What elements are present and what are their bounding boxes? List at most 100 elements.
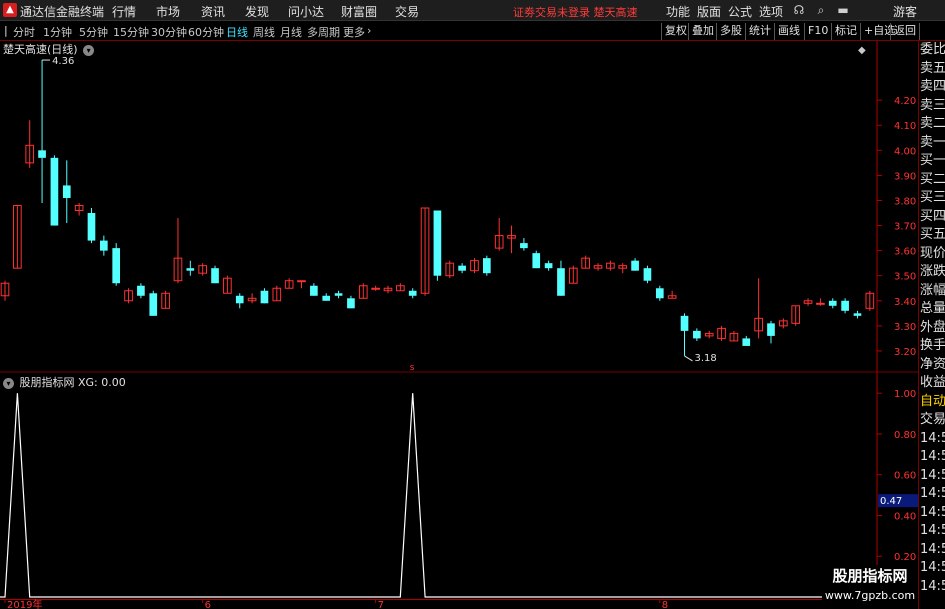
menu-item-formula[interactable]: 公式 bbox=[728, 3, 752, 20]
candle-down bbox=[643, 268, 652, 281]
period-tab-15min[interactable]: 15分钟 bbox=[113, 24, 149, 40]
sidebar-toggle-icon[interactable]: | bbox=[4, 24, 8, 37]
panel-label: 净资 bbox=[920, 356, 945, 372]
candle-down bbox=[853, 313, 862, 316]
candle-down bbox=[112, 248, 121, 284]
x-tick-label: 8 bbox=[662, 600, 668, 609]
y-tick-label: 4.20 bbox=[894, 96, 916, 107]
period-tab-timeshare[interactable]: 分时 bbox=[13, 24, 35, 40]
app-logo-icon: ▲ bbox=[3, 3, 17, 17]
search-icon[interactable]: ⌕ bbox=[813, 2, 829, 18]
candle-down bbox=[828, 300, 837, 306]
period-toolbar: | 分时 1分钟 5分钟 15分钟 30分钟 60分钟 日线 周线 月线 多周期… bbox=[0, 22, 945, 41]
period-tab-30min[interactable]: 30分钟 bbox=[151, 24, 187, 40]
panel-label: 现价 bbox=[920, 245, 945, 261]
panel-label[interactable]: 自动 bbox=[919, 393, 945, 412]
chevron-down-icon[interactable]: ▾ bbox=[83, 45, 95, 56]
period-tab-weekly[interactable]: 周线 bbox=[253, 24, 275, 40]
candle-down bbox=[334, 293, 343, 296]
ind-y-tick-label: 0.60 bbox=[894, 471, 916, 482]
ind-y-tick-label: 1.00 bbox=[894, 389, 916, 400]
menu-item-options[interactable]: 选项 bbox=[759, 3, 783, 20]
watermark-title: 股朋指标网 bbox=[832, 567, 908, 585]
indicator-chevron-icon[interactable]: ▾ bbox=[3, 378, 14, 389]
candle-down bbox=[557, 268, 565, 296]
panel-label: 换手 bbox=[920, 338, 945, 353]
chart-title: 楚天高速(日线) ▾ bbox=[3, 41, 95, 57]
current-value-label: 0.47 bbox=[880, 496, 902, 507]
period-tab-5min[interactable]: 5分钟 bbox=[79, 24, 108, 40]
candle-down bbox=[347, 298, 355, 309]
draw-button[interactable]: 画线 bbox=[774, 23, 803, 40]
candle-down bbox=[482, 258, 491, 274]
period-tab-monthly[interactable]: 月线 bbox=[280, 24, 302, 40]
panel-label: 14:56 bbox=[920, 541, 945, 557]
adjust-button[interactable]: 复权 bbox=[661, 23, 690, 40]
right-quote-panel: 委比 卖五 卖四 卖三 卖二 卖一 买一 买二 买三 买四 买五 现价 涨跌 涨幅 总量 外盘 换手 净资 收益 自动… bbox=[918, 41, 945, 609]
menu-item-news[interactable]: 资讯 bbox=[201, 3, 225, 20]
guest-label[interactable]: 游客 bbox=[893, 3, 917, 20]
headset-icon[interactable]: ☊ bbox=[791, 2, 807, 18]
candle-down bbox=[137, 285, 145, 296]
price-annotation: 3.18 bbox=[695, 353, 717, 364]
candle-down bbox=[655, 288, 664, 299]
panel-label: 收益 bbox=[920, 375, 945, 390]
candle-down bbox=[260, 290, 269, 304]
period-tab-1min[interactable]: 1分钟 bbox=[43, 24, 72, 40]
x-tick-label: 6 bbox=[205, 600, 211, 609]
trade-login-notice[interactable]: 证劵交易未登录 楚天高速 bbox=[513, 4, 638, 20]
y-tick-label: 4.10 bbox=[894, 121, 916, 132]
menu-item-discover[interactable]: 发现 bbox=[245, 3, 269, 20]
multi-stock-button[interactable]: 多股 bbox=[716, 23, 745, 40]
candle-down bbox=[211, 268, 219, 284]
candle-down bbox=[433, 210, 442, 276]
menu-item-layout[interactable]: 版面 bbox=[697, 3, 721, 20]
back-button[interactable]: 返回 bbox=[890, 23, 920, 40]
period-tab-multi[interactable]: 多周期 bbox=[307, 24, 340, 40]
candle-down bbox=[235, 295, 244, 304]
menu-item-ask[interactable]: 问小达 bbox=[288, 3, 324, 20]
mark-button[interactable]: 标记 bbox=[831, 23, 860, 40]
panel-label: 卖五 bbox=[920, 60, 945, 76]
ind-y-tick-label: 0.40 bbox=[894, 511, 916, 522]
menu-item-quotes[interactable]: 行情 bbox=[112, 3, 136, 20]
candle-down bbox=[408, 290, 417, 296]
menu-item-wealth[interactable]: 财富圈 bbox=[341, 3, 377, 20]
overlay-button[interactable]: 叠加 bbox=[688, 23, 717, 40]
panel-label: 总量 bbox=[920, 301, 945, 316]
indicator-title: ▾ 股朋指标网 XG: 0.00 bbox=[3, 374, 126, 390]
panel-label: 14:56 bbox=[920, 504, 945, 520]
panel-label: 买二 bbox=[920, 171, 945, 187]
candle-down bbox=[532, 253, 541, 269]
chart-title-text: 楚天高速(日线) bbox=[3, 43, 78, 56]
candle-down bbox=[310, 285, 318, 296]
menu-item-trade[interactable]: 交易 bbox=[395, 3, 419, 20]
candle-up bbox=[371, 287, 380, 290]
menu-item-market[interactable]: 市场 bbox=[156, 3, 180, 20]
app-window: { "app_title": "通达信金融终端", "menu": ["行情",… bbox=[0, 0, 945, 609]
signal-marker: s bbox=[410, 363, 415, 373]
kline-chart[interactable]: 3.20 3.30 3.40 3.50 3.60 3.70 3.80 3.90 4.00 4.10… bbox=[0, 41, 918, 609]
candle-down bbox=[544, 263, 553, 269]
y-tick-label: 3.30 bbox=[894, 322, 916, 333]
minimize-small-icon[interactable]: ▬ bbox=[835, 2, 851, 18]
period-tab-60min[interactable]: 60分钟 bbox=[188, 24, 224, 40]
settings-icon: ◆ bbox=[858, 45, 866, 56]
candle-down bbox=[322, 295, 331, 301]
panel-label: 买五 bbox=[920, 227, 945, 242]
panel-label: 14:56 bbox=[920, 467, 945, 483]
stats-button[interactable]: 统计 bbox=[745, 23, 774, 40]
more-arrow-icon[interactable]: › bbox=[367, 24, 371, 37]
panel-label: 卖四 bbox=[920, 79, 945, 94]
panel-label: 14:56 bbox=[920, 523, 945, 538]
f10-button[interactable]: F10 bbox=[804, 23, 831, 40]
period-tab-daily[interactable]: 日线 bbox=[226, 24, 248, 40]
panel-label: 卖三 bbox=[920, 97, 945, 113]
candle-down bbox=[631, 260, 639, 271]
panel-label: 涨跌 bbox=[920, 264, 945, 279]
period-tab-more[interactable]: 更多 bbox=[343, 24, 365, 40]
panel-label: 14:56 bbox=[920, 486, 945, 501]
y-tick-label: 3.90 bbox=[894, 171, 916, 182]
panel-label: 买四 bbox=[920, 208, 945, 224]
menu-item-function[interactable]: 功能 bbox=[666, 3, 690, 20]
